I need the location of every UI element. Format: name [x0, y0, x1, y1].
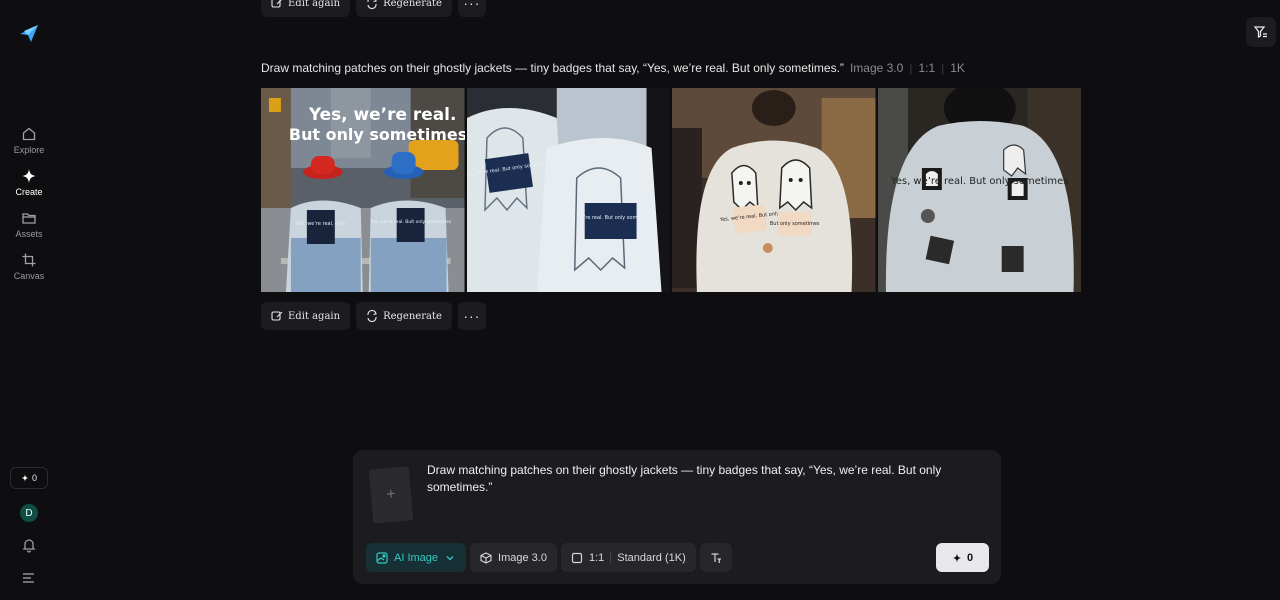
size-selector[interactable]: 1:1 Standard (1K): [560, 543, 696, 572]
edit-again-button[interactable]: Edit again: [261, 302, 351, 330]
filter-icon: [1254, 26, 1267, 39]
refresh-icon: [367, 0, 377, 9]
sparkle-icon: [22, 169, 36, 183]
plus-icon: +: [385, 485, 397, 504]
divider: [610, 552, 612, 563]
add-reference-button[interactable]: +: [368, 466, 414, 524]
separator: |: [909, 61, 913, 75]
mode-label: AI Image: [394, 551, 439, 564]
regenerate-button[interactable]: Regenerate: [356, 0, 452, 17]
overlay-text: But only sometimes: [289, 125, 465, 144]
bell-icon[interactable]: [21, 537, 37, 553]
jacket-closeup-image: Yes, we’re real. But only sometimes. Yes…: [466, 88, 670, 292]
regenerate-label: Regenerate: [383, 310, 442, 322]
patch-text: Yes, we’re real, only: [295, 221, 346, 227]
credits-value: 0: [31, 473, 37, 483]
more-options-button[interactable]: ···: [457, 302, 486, 330]
previous-result-actions: Edit again Regenerate ···: [261, 0, 486, 17]
chevron-down-icon: [446, 555, 454, 560]
patch-text: Yes, we’re real. But only sometimes.: [564, 215, 656, 221]
edit-again-button[interactable]: Edit again: [261, 0, 351, 17]
street-kids-image: Yes, we’re real. But only sometimes Yes,…: [261, 88, 465, 292]
generate-cost: 0: [966, 551, 974, 564]
folder-icon: [22, 213, 36, 224]
edit-icon: [271, 311, 283, 321]
generate-button[interactable]: 0: [936, 543, 989, 572]
credits-counter[interactable]: 0: [10, 467, 48, 489]
result-image-2[interactable]: Yes, we’re real. But only sometimes. Yes…: [466, 88, 670, 292]
regenerate-button[interactable]: Regenerate: [356, 302, 452, 330]
sparkle-icon: [21, 474, 29, 482]
result-model: Image 3.0: [849, 61, 904, 75]
more-options-button[interactable]: ···: [457, 0, 486, 17]
result-prompt: Draw matching patches on their ghostly j…: [261, 61, 844, 75]
nav-canvas-label: Canvas: [13, 271, 45, 281]
edit-icon: [271, 0, 282, 8]
regenerate-label: Regenerate: [383, 0, 442, 9]
image-icon: [376, 551, 388, 564]
nav-canvas[interactable]: Canvas: [4, 252, 54, 281]
cube-icon: [480, 551, 492, 564]
nav-create[interactable]: Create: [4, 168, 54, 197]
silver-jacket-image: Yes, we’re real. But only sometimes: [877, 88, 1081, 292]
mode-dropdown[interactable]: AI Image: [366, 543, 467, 572]
nav-create-label: Create: [15, 187, 43, 197]
quality-label: Standard (1K): [617, 551, 686, 564]
patch-text: But only sometimes: [770, 221, 820, 227]
result-prompt-line: Draw matching patches on their ghostly j…: [261, 61, 965, 75]
result-ratio: 1:1: [918, 61, 936, 75]
app-root: Explore Create Assets Canvas 0 D Edit ag…: [0, 0, 1280, 600]
separator: |: [941, 61, 945, 75]
square-icon: [571, 552, 583, 563]
result-resolution: 1K: [950, 61, 965, 75]
refresh-icon: [367, 310, 377, 322]
model-label: Image 3.0: [498, 551, 547, 564]
nav-assets-label: Assets: [15, 229, 43, 239]
filter-button[interactable]: [1246, 17, 1276, 47]
result-image-grid: Yes, we’re real. But only sometimes Yes,…: [261, 88, 1081, 292]
prompt-composer: + Draw matching patches on their ghostly…: [353, 450, 1001, 584]
prompt-input[interactable]: Draw matching patches on their ghostly j…: [427, 462, 967, 496]
patch-text: Yes, we’re real. Bult only sometimes: [369, 219, 452, 225]
nav-explore-label: Explore: [13, 145, 45, 155]
crop-icon: [22, 253, 36, 267]
result-image-4[interactable]: Yes, we’re real. But only sometimes: [877, 88, 1081, 292]
sparkle-icon: [952, 553, 962, 562]
text-style-button[interactable]: [699, 543, 732, 572]
result-image-1[interactable]: Yes, we’re real. But only sometimes Yes,…: [261, 88, 465, 292]
patch-text: Yes, we’re real. But only sometimes: [890, 176, 1068, 187]
app-logo[interactable]: [18, 22, 40, 44]
ratio-label: 1:1: [588, 551, 605, 564]
sidebar: Explore Create Assets Canvas 0 D: [0, 0, 58, 600]
overlay-text: Yes, we’re real.: [308, 105, 457, 125]
edit-again-label: Edit again: [288, 310, 341, 322]
nav-assets[interactable]: Assets: [4, 210, 54, 239]
home-icon: [22, 127, 36, 141]
menu-icon[interactable]: [21, 571, 37, 585]
composer-toolbar: AI Image Image 3.0 1:1 Standard (1K): [366, 543, 732, 572]
model-selector[interactable]: Image 3.0: [470, 543, 557, 572]
avatar[interactable]: D: [20, 504, 38, 522]
edit-again-label: Edit again: [288, 0, 341, 9]
result-actions: Edit again Regenerate ···: [261, 302, 486, 330]
back-jacket-image: Yes, we’re real. But only But only somet…: [672, 88, 876, 292]
result-image-3[interactable]: Yes, we’re real. But only But only somet…: [672, 88, 876, 292]
text-format-icon: [711, 552, 721, 563]
nav-explore[interactable]: Explore: [4, 126, 54, 155]
